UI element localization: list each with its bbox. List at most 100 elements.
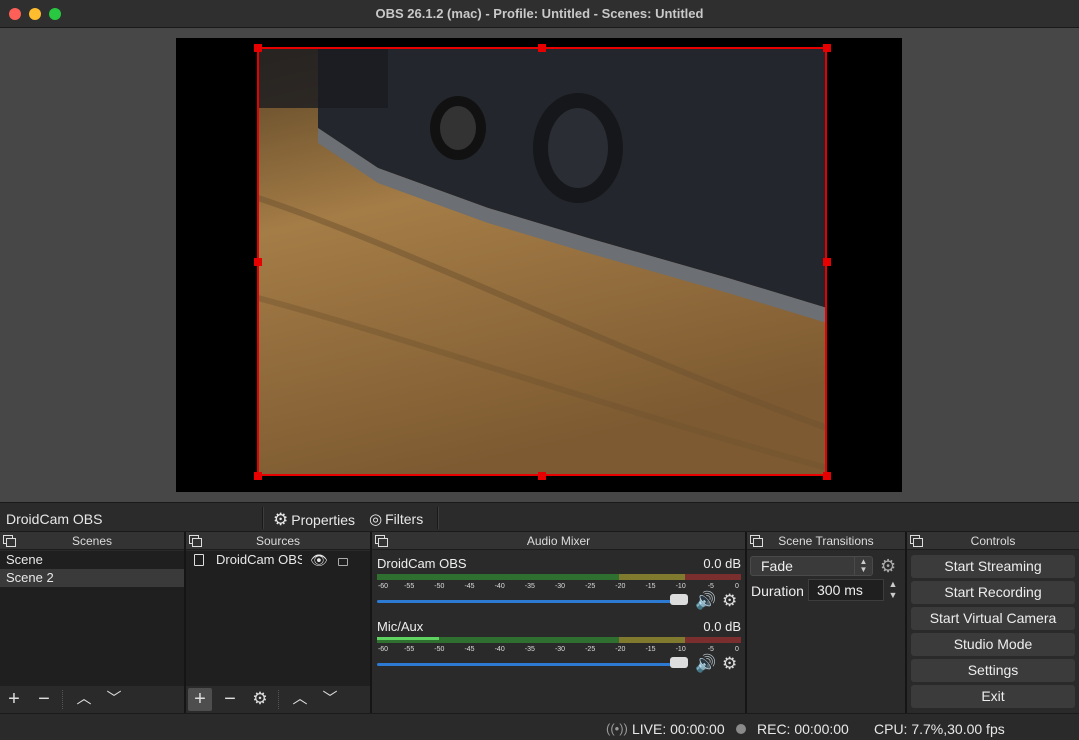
start-recording-button[interactable]: Start Recording [911,581,1075,604]
settings-button[interactable]: Settings [911,659,1075,682]
undock-icon[interactable] [3,535,16,547]
preview-area[interactable] [0,28,1079,502]
meter-scale-label: -25 [585,583,596,590]
chevron-updown-icon: ▲ ▼ [854,557,872,575]
move-source-down-button[interactable]: ﹀ [318,688,342,711]
preview-canvas[interactable] [176,38,902,492]
add-source-button[interactable]: + [188,688,212,711]
exit-button[interactable]: Exit [911,685,1075,708]
speaker-icon[interactable]: 🔊 [695,654,716,674]
volume-slider[interactable] [377,663,677,666]
channel-name: Mic/Aux [377,619,424,634]
meter-level [377,637,439,640]
scenes-title: Scenes [71,534,113,548]
move-source-up-button[interactable]: ︿ [288,688,312,711]
meter-scale-label: -20 [615,646,626,653]
meter-scale-label: 0 [735,583,739,590]
cpu-fps-status: CPU: 7.7%,30.00 fps [874,721,1005,737]
meter-scale-label: -25 [585,646,596,653]
eye-icon[interactable]: 👁 [310,551,328,569]
undock-icon[interactable] [375,535,388,547]
volume-slider-handle[interactable] [670,657,688,668]
start-virtual-camera-button[interactable]: Start Virtual Camera [911,607,1075,630]
add-scene-button[interactable]: + [2,688,26,711]
rec-timer: REC: 00:00:00 [757,721,849,737]
transition-select[interactable]: Fade ▲ ▼ [750,556,873,576]
meter-scale-label: -15 [645,646,656,653]
live-timer: LIVE: 00:00:00 [632,721,725,737]
meter-scale-label: -55 [404,583,415,590]
gear-icon[interactable]: ⚙ [880,556,896,577]
meter-scale-label: -40 [494,646,505,653]
resize-handle-bottom-left[interactable] [254,472,262,480]
scene-transitions-title: Scene Transitions [778,534,874,548]
toolbar-divider [62,690,63,709]
sources-title: Sources [255,534,301,548]
filter-icon: ◎ [369,511,383,528]
transition-value: Fade [761,558,793,574]
lock-icon[interactable] [338,558,348,566]
resize-handle-bottom[interactable] [538,472,546,480]
gear-icon[interactable]: ⚙ [722,591,737,611]
filters-button[interactable]: ◎ Filters [369,510,423,528]
volume-slider-handle[interactable] [670,594,688,605]
broadcast-icon: ((•)) [606,721,628,736]
scene-transitions-dock-header: Scene Transitions [747,532,905,550]
meter-scale-label: -30 [554,646,566,653]
scenes-dock: Scenes Scene Scene 2 + − ︿ ﹀ [0,532,184,713]
speaker-icon[interactable]: 🔊 [695,591,716,611]
record-status-icon [736,724,746,734]
sources-dock: Sources DroidCam OBS 👁 + − ⚙ ︿ ﹀ [186,532,370,713]
scene-item[interactable]: Scene [0,551,184,569]
meter-scale-label: -15 [645,583,656,590]
window-title: OBS 26.1.2 (mac) - Profile: Untitled - S… [375,6,704,21]
volume-slider[interactable] [377,600,677,603]
duration-stepper[interactable]: ▲ ▼ [886,579,900,601]
remove-scene-button[interactable]: − [32,688,56,711]
meter-scale: -60 -55 -50 -45 -40 -35 -30 -25 -20 -15 -10 -5 0 [377,646,741,656]
resize-handle-left[interactable] [254,258,262,266]
scene-item[interactable]: Scene 2 [0,569,184,587]
resize-handle-top[interactable] [538,44,546,52]
channel-db: 0.0 dB [703,619,741,634]
meter-scale-label: 0 [735,646,739,653]
meter-scale-label: -60 [377,646,389,653]
meter-scale-label: -50 [434,583,445,590]
studio-mode-button[interactable]: Studio Mode [911,633,1075,656]
mixer-body: DroidCam OBS 0.0 dB -60 -55 -50 -45 -40 -35 -3… [372,551,745,713]
gear-icon[interactable]: ⚙ [722,654,737,674]
channel-db: 0.0 dB [703,556,741,571]
undock-icon[interactable] [189,535,202,547]
duration-input[interactable]: 300 ms [808,579,884,601]
title-bar: OBS 26.1.2 (mac) - Profile: Untitled - S… [0,0,1079,28]
start-streaming-button[interactable]: Start Streaming [911,555,1075,578]
sources-dock-header: Sources [186,532,370,550]
context-bar: DroidCam OBS ⚙ Properties ◎ Filters [0,502,1079,532]
meter-scale-label: -60 [377,583,389,590]
sources-toolbar: + − ⚙ ︿ ﹀ [186,686,370,713]
context-divider [437,507,439,529]
remove-source-button[interactable]: − [218,688,242,711]
properties-button[interactable]: ⚙ Properties [273,510,355,530]
resize-handle-top-left[interactable] [254,44,262,52]
meter-scale-label: -35 [524,646,535,653]
source-item[interactable]: DroidCam OBS 👁 [186,551,370,569]
scenes-list: Scene Scene 2 [0,551,184,686]
undock-icon[interactable] [750,535,763,547]
meter-scale-label: -35 [524,583,535,590]
filters-label: Filters [385,511,424,527]
meter-scale-label: -45 [464,646,475,653]
controls-dock-header: Controls [907,532,1079,550]
move-scene-down-button[interactable]: ﹀ [102,688,126,711]
undock-icon[interactable] [910,535,923,547]
source-properties-button[interactable]: ⚙ [248,688,272,711]
move-scene-up-button[interactable]: ︿ [72,688,96,711]
resize-handle-right[interactable] [823,258,831,266]
source-name: DroidCam OBS [216,552,302,567]
toolbar-divider [278,690,279,709]
context-divider [262,507,264,529]
audio-mixer-title: Audio Mixer [526,534,591,548]
meter-scale-label: -55 [404,646,415,653]
resize-handle-top-right[interactable] [823,44,831,52]
resize-handle-bottom-right[interactable] [823,472,831,480]
